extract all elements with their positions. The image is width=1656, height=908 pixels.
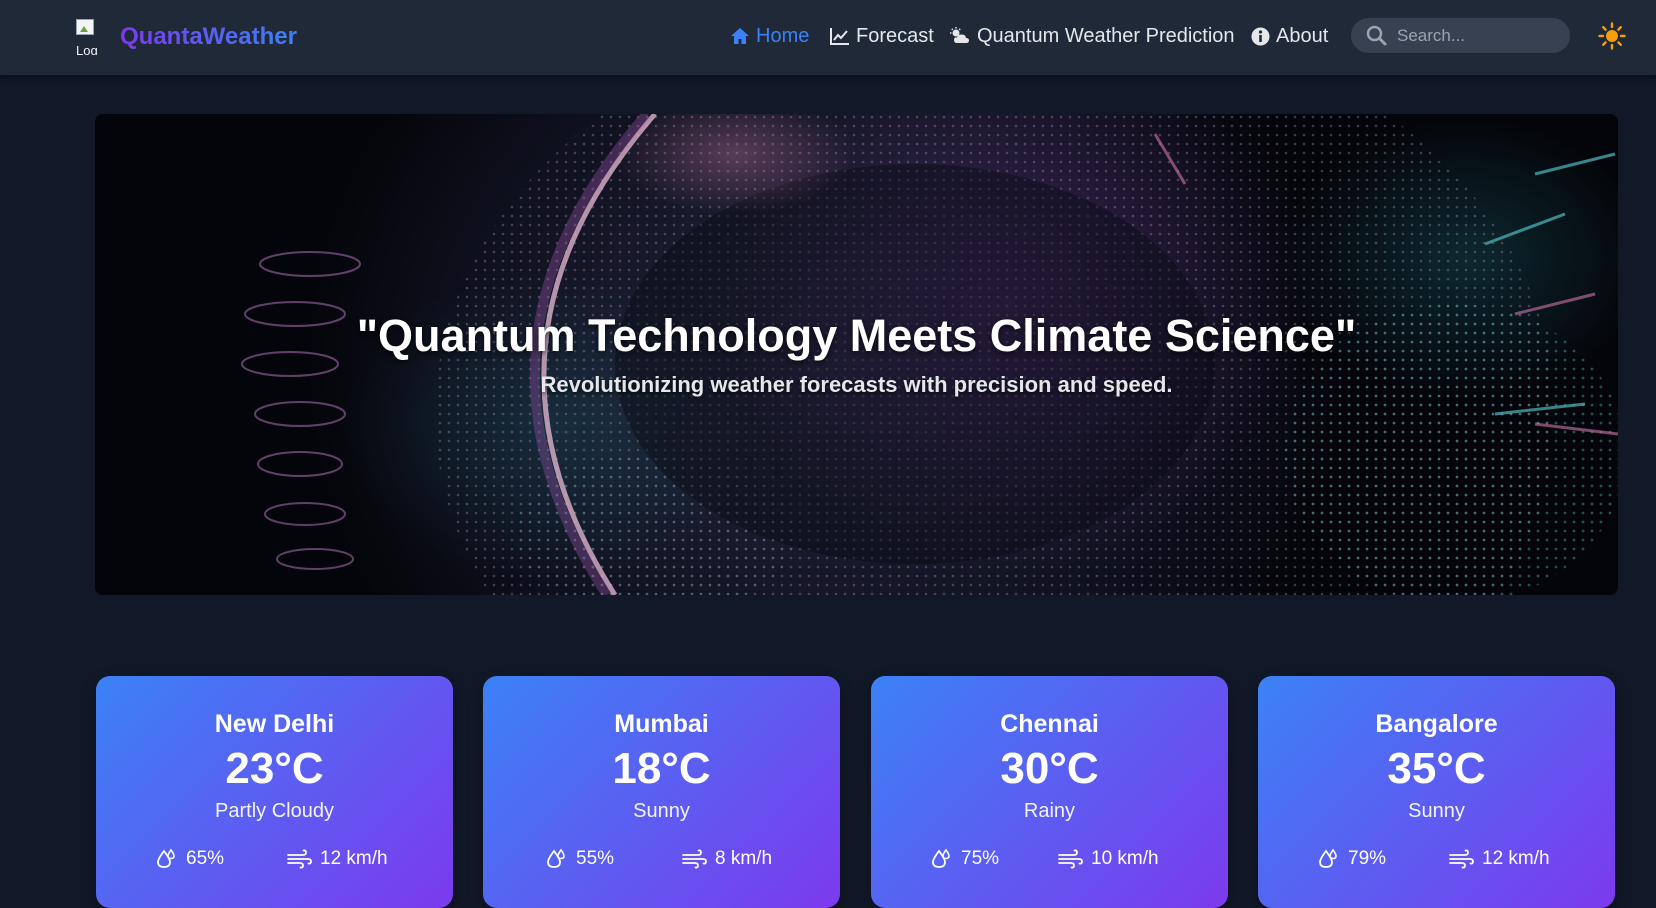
hero-subtitle: Revolutionizing weather forecasts with p… xyxy=(540,372,1173,397)
wind-stat: 10 km/h xyxy=(1057,848,1159,870)
humidity-stat: 55% xyxy=(546,848,614,870)
info-circle-icon xyxy=(1251,27,1270,45)
wind-stat: 12 km/h xyxy=(286,848,388,870)
city-condition: Sunny xyxy=(633,800,690,822)
wind-value: 12 km/h xyxy=(1482,848,1550,869)
nav-home[interactable]: Home xyxy=(730,20,809,52)
cloud-sun-icon xyxy=(950,27,969,43)
search-box[interactable] xyxy=(1351,18,1570,53)
wind-icon xyxy=(1449,849,1474,869)
city-temperature: 23°C xyxy=(225,744,324,793)
city-condition: Rainy xyxy=(1023,800,1076,822)
humidity-stat: 75% xyxy=(931,848,999,870)
wind-stat: 12 km/h xyxy=(1448,848,1550,870)
wind-value: 12 km/h xyxy=(320,848,388,869)
humidity-icon xyxy=(932,848,950,868)
city-temperature: 18°C xyxy=(612,744,711,793)
brand-name[interactable]: QuantaWeather xyxy=(120,23,297,51)
city-condition: Partly Cloudy xyxy=(215,800,334,822)
humidity-icon xyxy=(157,848,175,868)
navbar: Log QuantaWeather Home Forecast Quantum … xyxy=(0,0,1656,75)
city-name: Bangalore xyxy=(1375,710,1498,738)
home-icon xyxy=(731,28,749,44)
hero-banner: "Quantum Technology Meets Climate Scienc… xyxy=(95,114,1618,595)
humidity-value: 55% xyxy=(576,848,615,869)
city-weather-cards: New Delhi 23°C Partly Cloudy 65% 12 km/h xyxy=(96,676,1618,908)
city-temperature: 30°C xyxy=(1000,744,1099,793)
wind-icon xyxy=(682,849,707,869)
search-icon xyxy=(1366,25,1387,46)
nav-about-label: About xyxy=(1276,24,1329,47)
city-card-mumbai[interactable]: Mumbai 18°C Sunny 55% 8 km/h xyxy=(483,676,840,908)
nav-quantum-weather-prediction[interactable]: Quantum Weather Prediction xyxy=(949,20,1235,52)
nav-home-label: Home xyxy=(756,24,810,47)
wind-icon xyxy=(1058,849,1083,869)
nav-forecast[interactable]: Forecast xyxy=(830,20,934,52)
brand[interactable]: Log QuantaWeather xyxy=(76,18,297,56)
hero-title: "Quantum Technology Meets Climate Scienc… xyxy=(356,310,1357,361)
humidity-stat: 65% xyxy=(156,848,224,870)
humidity-value: 65% xyxy=(186,848,225,869)
city-temperature: 35°C xyxy=(1387,744,1486,793)
logo-image[interactable]: Log xyxy=(76,19,112,55)
humidity-value: 79% xyxy=(1348,848,1387,869)
humidity-value: 75% xyxy=(961,848,1000,869)
city-card-bangalore[interactable]: Bangalore 35°C Sunny 79% 12 km/h xyxy=(1258,676,1615,908)
nav-about[interactable]: About xyxy=(1251,20,1328,52)
city-condition: Sunny xyxy=(1408,800,1465,822)
nav-quantum-label: Quantum Weather Prediction xyxy=(977,24,1235,47)
city-name: Chennai xyxy=(1000,710,1099,738)
wind-stat: 8 km/h xyxy=(681,848,772,870)
city-name: New Delhi xyxy=(214,710,335,738)
broken-image-icon xyxy=(76,19,94,35)
sun-icon[interactable] xyxy=(1598,22,1626,50)
logo-alt-text: Log xyxy=(76,43,98,55)
wind-icon xyxy=(287,849,312,869)
wind-value: 10 km/h xyxy=(1091,848,1159,869)
search-input[interactable] xyxy=(1395,24,1559,48)
nav-forecast-label: Forecast xyxy=(856,24,934,47)
city-card-chennai[interactable]: Chennai 30°C Rainy 75% 10 km/h xyxy=(871,676,1228,908)
humidity-stat: 79% xyxy=(1318,848,1386,870)
city-name: Mumbai xyxy=(614,710,709,738)
humidity-icon xyxy=(1319,848,1337,868)
chart-line-icon xyxy=(830,28,849,45)
humidity-icon xyxy=(547,848,565,868)
wind-value: 8 km/h xyxy=(715,848,773,869)
city-card-new-delhi[interactable]: New Delhi 23°C Partly Cloudy 65% 12 km/h xyxy=(96,676,453,908)
